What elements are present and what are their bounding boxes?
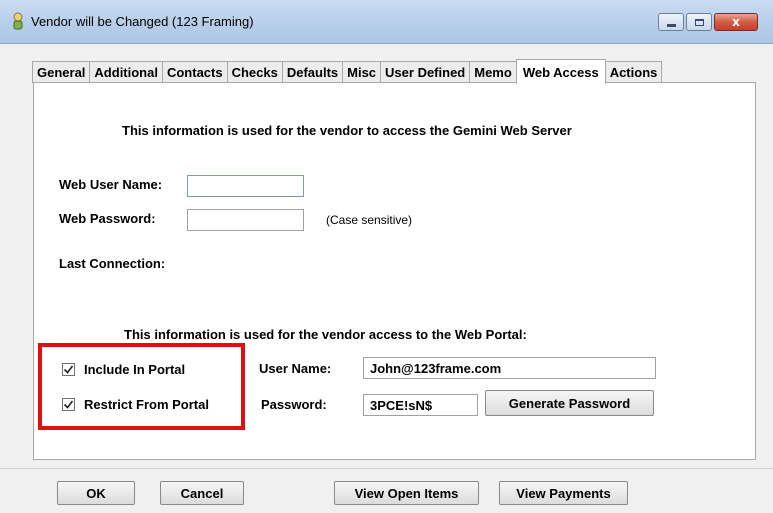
portal-heading: This information is used for the vendor …	[124, 327, 527, 342]
portal-password-input[interactable]	[363, 394, 478, 416]
tab-web-access[interactable]: Web Access	[515, 59, 606, 84]
tab-contacts[interactable]: Contacts	[161, 61, 228, 83]
tab-misc[interactable]: Misc	[342, 61, 382, 83]
portal-user-name-input[interactable]	[363, 357, 656, 379]
minimize-button[interactable]	[658, 13, 684, 31]
case-sensitive-note: (Case sensitive)	[326, 213, 413, 227]
ok-label: OK	[86, 485, 106, 501]
tab-defaults[interactable]: Defaults	[281, 61, 344, 83]
app-icon	[13, 12, 23, 30]
portal-password-label: Password:	[261, 397, 327, 412]
web-password-input[interactable]	[187, 209, 304, 231]
web-password-label: Web Password:	[59, 211, 156, 226]
highlight-box	[38, 343, 245, 430]
tab-checks[interactable]: Checks	[226, 61, 283, 83]
ok-button[interactable]: OK	[57, 481, 135, 505]
maximize-button[interactable]	[686, 13, 712, 31]
maximize-icon	[694, 18, 704, 26]
tab-actions[interactable]: Actions	[604, 61, 663, 83]
close-button[interactable]: x	[714, 13, 758, 31]
last-connection-label: Last Connection:	[59, 256, 166, 271]
web-server-heading: This information is used for the vendor …	[122, 123, 572, 138]
view-open-items-button[interactable]: View Open Items	[334, 481, 479, 505]
portal-user-name-label: User Name:	[259, 361, 332, 376]
cancel-button[interactable]: Cancel	[160, 481, 244, 505]
tab-general[interactable]: General	[32, 61, 91, 83]
view-payments-label: View Payments	[516, 485, 611, 501]
view-open-items-label: View Open Items	[354, 485, 459, 501]
tab-user-defined[interactable]: User Defined	[380, 61, 471, 83]
view-payments-button[interactable]: View Payments	[499, 481, 628, 505]
web-user-name-label: Web User Name:	[59, 177, 163, 192]
tab-bar: General Additional Contacts Checks Defaults M…	[32, 58, 663, 84]
tab-additional[interactable]: Additional	[89, 61, 163, 83]
generate-password-label: Generate Password	[508, 395, 631, 411]
cancel-label: Cancel	[180, 485, 224, 501]
title-bar: Vendor will be Changed (123 Framing) x	[0, 0, 773, 44]
minimize-icon	[666, 24, 676, 27]
close-icon: x	[732, 15, 740, 29]
generate-password-button[interactable]: Generate Password	[485, 390, 654, 416]
web-user-name-input[interactable]	[187, 175, 304, 197]
window-title: Vendor will be Changed (123 Framing)	[31, 14, 254, 29]
tab-memo[interactable]: Memo	[469, 61, 517, 83]
footer-divider	[0, 468, 773, 469]
